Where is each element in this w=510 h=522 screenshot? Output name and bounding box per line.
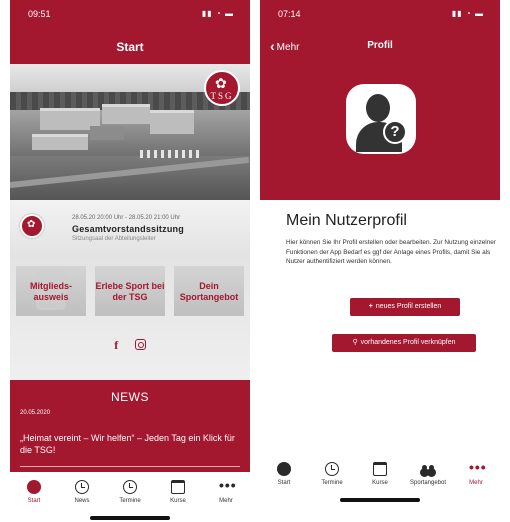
news-heading: NEWS bbox=[111, 390, 149, 404]
avatar-head bbox=[366, 94, 390, 122]
button-label: vorhandenes Profil verknüpfen bbox=[360, 339, 456, 346]
home-dot-icon bbox=[27, 480, 41, 494]
link-profile-button[interactable]: ⚲ vorhandenes Profil verknüpfen bbox=[332, 334, 476, 352]
tile-experience-sport[interactable]: Erlebe Sport bei der TSG bbox=[95, 266, 165, 316]
tab-label: Start bbox=[27, 498, 41, 504]
tile-label: Dein Sportangebot bbox=[179, 281, 239, 302]
tab-label: Termine bbox=[321, 480, 343, 486]
page-title: Profil bbox=[367, 40, 393, 51]
more-icon: ••• bbox=[469, 459, 487, 475]
tab-label: Mehr bbox=[219, 498, 233, 504]
social-links: f bbox=[10, 336, 250, 354]
history-icon bbox=[75, 480, 89, 494]
tab-start[interactable]: Start bbox=[260, 460, 308, 494]
status-time: 07:14 bbox=[278, 9, 301, 19]
news-date: 20.05.2020 bbox=[20, 410, 51, 416]
news-section: NEWS 20.05.2020 „Heimat vereint – Wir he… bbox=[10, 380, 250, 472]
tile-label: Erlebe Sport bei der TSG bbox=[95, 281, 165, 302]
event-card[interactable]: ✿ 28.05.20 20:00 Uhr - 28.05.20 21:00 Uh… bbox=[10, 200, 250, 256]
quick-links: Mitglieds-ausweis Erlebe Sport bei der T… bbox=[10, 256, 250, 380]
tab-termine[interactable]: Termine bbox=[106, 478, 154, 512]
tab-news[interactable]: News bbox=[58, 478, 106, 512]
calendar-icon bbox=[171, 480, 185, 494]
tab-sportangebot[interactable]: Sportangebot bbox=[404, 460, 452, 494]
tab-kurse[interactable]: Kurse bbox=[356, 460, 404, 494]
status-bar: 09:51 ▮▮ ◔ ▬ bbox=[10, 0, 250, 30]
status-icons: ▮▮ ◔ ▬ bbox=[451, 9, 484, 18]
logo-text: TSG bbox=[210, 91, 234, 101]
link-icon: ⚲ bbox=[352, 339, 358, 346]
hero-building bbox=[32, 134, 88, 150]
hero-parking bbox=[140, 150, 200, 158]
hero-building bbox=[102, 104, 150, 124]
tab-termine[interactable]: Termine bbox=[308, 460, 356, 494]
tsg-logo: ✿ TSG bbox=[204, 70, 240, 106]
tab-bar: Start Termine Kurse Sportangebot ••• Meh… bbox=[260, 456, 500, 496]
tab-label: Mehr bbox=[469, 480, 483, 486]
start-screen: 09:51 ▮▮ ◔ ▬ Start ✿ TSG ✿ 28.05.20 20:0… bbox=[10, 0, 250, 522]
question-mark-icon: ? bbox=[383, 120, 407, 144]
status-icons: ▮▮ ◔ ▬ bbox=[201, 9, 234, 18]
profile-description: Hier können Sie Ihr Profil erstellen ode… bbox=[286, 239, 496, 266]
hero-image: ✿ TSG bbox=[10, 64, 250, 200]
profile-screen: 07:14 ▮▮ ◔ ▬ ‹ Mehr Profil ? Mein Nutzerp… bbox=[260, 0, 500, 522]
tile-sport-offer[interactable]: Dein Sportangebot bbox=[174, 266, 244, 316]
instagram-icon[interactable] bbox=[134, 339, 146, 351]
tab-label: Kurse bbox=[170, 498, 186, 504]
event-date: 28.05.20 20:00 Uhr - 28.05.20 21:00 Uhr bbox=[72, 215, 181, 221]
tile-label: Mitglieds-ausweis bbox=[30, 281, 72, 302]
tab-label: Termine bbox=[119, 498, 141, 504]
hero-building bbox=[150, 110, 194, 134]
tab-label: Start bbox=[277, 480, 291, 486]
calendar-icon bbox=[373, 462, 387, 476]
tab-mehr[interactable]: ••• Mehr bbox=[202, 478, 250, 512]
tab-label: Kurse bbox=[372, 480, 388, 486]
event-title: Gesamtvorstandssitzung bbox=[72, 224, 184, 234]
clock-icon bbox=[123, 480, 137, 494]
leaf-icon: ✿ bbox=[27, 219, 36, 230]
home-indicator[interactable] bbox=[90, 516, 170, 520]
clock-icon bbox=[325, 462, 339, 476]
tab-bar: Start News Termine Kurse ••• Mehr bbox=[10, 474, 250, 514]
create-profile-button[interactable]: + neues Profil erstellen bbox=[350, 298, 460, 316]
home-indicator[interactable] bbox=[340, 498, 420, 502]
divider bbox=[20, 466, 240, 467]
hero-roof bbox=[90, 126, 124, 140]
tab-kurse[interactable]: Kurse bbox=[154, 478, 202, 512]
news-headline[interactable]: „Heimat vereint – Wir helfen“ – Jeden Ta… bbox=[20, 432, 244, 456]
status-time: 09:51 bbox=[28, 9, 51, 19]
tab-label: News bbox=[74, 498, 90, 504]
page-title: Start bbox=[10, 30, 250, 64]
profile-heading: Mein Nutzerprofil bbox=[286, 212, 407, 229]
more-icon: ••• bbox=[219, 477, 237, 493]
unknown-user-avatar-icon: ? bbox=[346, 84, 416, 154]
plus-icon: + bbox=[368, 303, 373, 310]
event-location: Sitzungsaal der Abteilungsleiter bbox=[72, 236, 156, 242]
profile-header: 07:14 ▮▮ ◔ ▬ ‹ Mehr Profil ? bbox=[260, 0, 500, 200]
button-label: neues Profil erstellen bbox=[375, 303, 442, 310]
tab-mehr[interactable]: ••• Mehr bbox=[452, 460, 500, 494]
status-bar: 07:14 ▮▮ ◔ ▬ bbox=[260, 0, 500, 30]
people-icon bbox=[421, 462, 435, 476]
tab-label: Sportangebot bbox=[409, 480, 447, 486]
club-emblem-icon: ✿ bbox=[20, 214, 44, 238]
facebook-icon[interactable]: f bbox=[114, 338, 118, 353]
home-dot-icon bbox=[277, 462, 291, 476]
tile-membership-card[interactable]: Mitglieds-ausweis bbox=[16, 266, 86, 316]
tab-start[interactable]: Start bbox=[10, 478, 58, 512]
